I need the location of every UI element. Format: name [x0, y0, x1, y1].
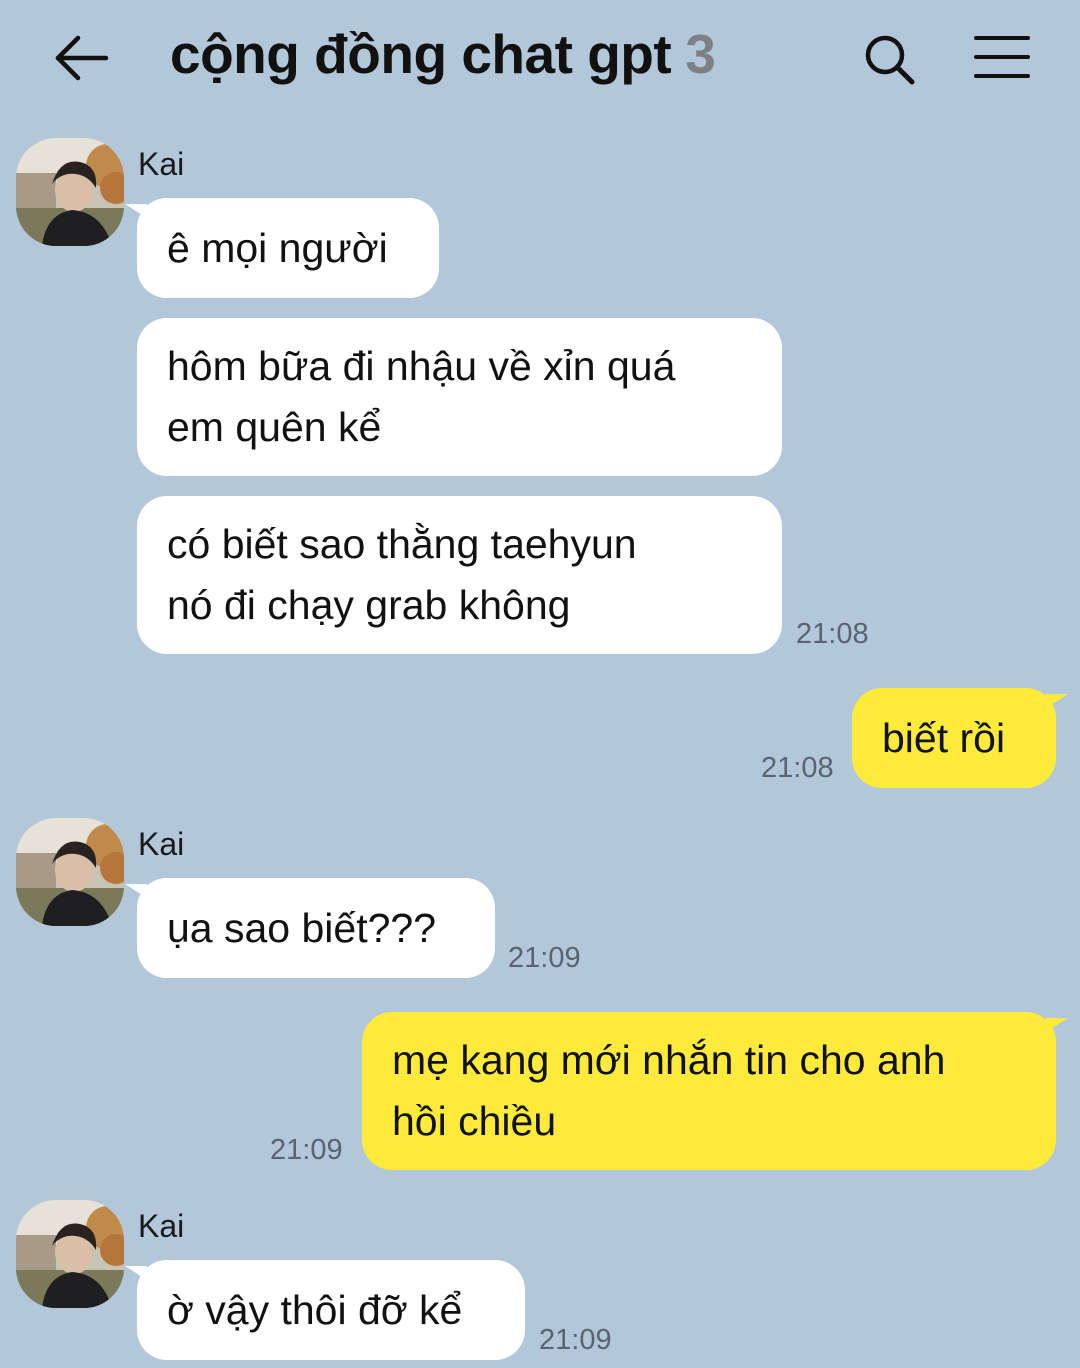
- message-text-line: em quên kể: [167, 404, 382, 450]
- sender-name: Kai: [138, 1208, 185, 1244]
- sender-name: Kai: [138, 146, 185, 182]
- profile-photo: [16, 138, 124, 246]
- message-text-line: mẹ kang mới nhắn tin cho anh: [392, 1037, 946, 1083]
- avatar[interactable]: [16, 818, 124, 926]
- message-bubble[interactable]: biết rồi: [852, 688, 1068, 788]
- message-timestamp: 21:08: [796, 618, 869, 650]
- message-text: ụa sao biết???: [167, 904, 437, 951]
- message-timestamp: 21:09: [539, 1324, 612, 1356]
- hamburger-menu-icon: [972, 34, 1032, 84]
- message-text-line: hôm bữa đi nhậu về xỉn quá: [167, 343, 676, 389]
- member-count: 3: [685, 23, 716, 85]
- sender-name: Kai: [138, 826, 185, 862]
- message-text-line: nó đi chạy grab không: [167, 582, 571, 628]
- search-icon: [865, 35, 915, 85]
- chat-title: cộng đồng chat gpt 3: [170, 22, 716, 86]
- message-text: ê mọi người: [167, 224, 388, 271]
- message-timestamp: 21:08: [761, 752, 834, 784]
- message-text-line: có biết sao thằng taehyun: [167, 521, 637, 567]
- message-text: ờ vậy thôi đỡ kể: [167, 1286, 463, 1333]
- profile-photo: [16, 818, 124, 926]
- message-text-line: hồi chiều: [392, 1098, 557, 1144]
- menu-button[interactable]: [972, 34, 1032, 84]
- profile-photo: [16, 1200, 124, 1308]
- message-bubble[interactable]: hôm bữa đi nhậu về xỉn quá em quên kể: [137, 318, 782, 476]
- chat-title-text: cộng đồng chat gpt: [170, 23, 672, 85]
- message-text: biết rồi: [882, 714, 1006, 761]
- avatar[interactable]: [16, 1200, 124, 1308]
- message-bubble[interactable]: mẹ kang mới nhắn tin cho anh hồi chiều: [362, 1012, 1068, 1170]
- avatar[interactable]: [16, 138, 124, 246]
- search-button[interactable]: [860, 30, 920, 90]
- message-bubble[interactable]: ê mọi người: [125, 198, 439, 298]
- message-timestamp: 21:09: [270, 1134, 343, 1166]
- back-button[interactable]: [50, 30, 112, 86]
- arrow-left-icon: [55, 35, 109, 81]
- message-timestamp: 21:09: [508, 942, 581, 974]
- chat-header: cộng đồng chat gpt 3: [0, 0, 1080, 118]
- message-bubble[interactable]: ụa sao biết???: [125, 878, 495, 978]
- message-bubble[interactable]: có biết sao thằng taehyun nó đi chạy gra…: [137, 496, 782, 654]
- message-bubble[interactable]: ờ vậy thôi đỡ kể: [125, 1260, 525, 1360]
